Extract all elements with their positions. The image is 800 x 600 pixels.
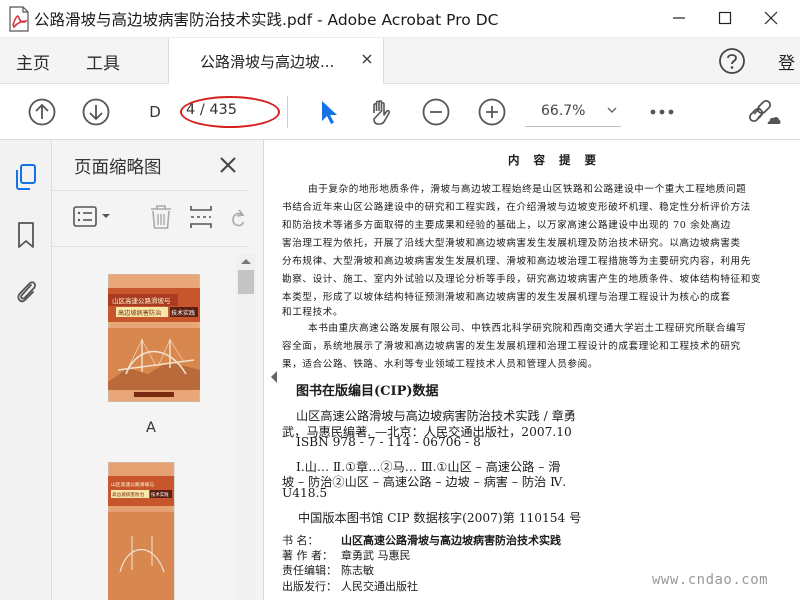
- rotate-page-icon[interactable]: [228, 202, 248, 232]
- page-thumbnail[interactable]: 山区高速公路滑坡与 高边坡病害防治 技术实践: [107, 461, 200, 600]
- zoom-value: 66.7%: [541, 103, 586, 119]
- paragraph-line: 本类型，形成了以坡体结构特征预测滑坡和高边坡病害的发生发展机理与治理工程设计为核…: [282, 292, 731, 303]
- book-info-value: 山区高速公路滑坡与高边坡病害防治技术实践: [341, 534, 561, 547]
- document-tab-label: 公路滑坡与高边坡...: [200, 53, 335, 71]
- close-tab-icon[interactable]: [359, 51, 375, 67]
- cover-title: 山区高速公路滑坡与: [112, 296, 171, 305]
- panel-divider: [52, 246, 248, 247]
- minimize-icon: [673, 17, 685, 19]
- document-heading: 内 容 提 要: [508, 153, 602, 167]
- maximize-button[interactable]: [702, 4, 748, 34]
- panel-divider: [52, 190, 248, 191]
- share-link-icon[interactable]: [748, 96, 782, 128]
- close-panel-icon[interactable]: [218, 155, 238, 175]
- page-number-input[interactable]: D: [137, 98, 173, 126]
- page-thumbnail[interactable]: 山区高速公路滑坡与 高边坡病害防治 技术实践: [107, 273, 201, 403]
- thumbnail-options-icon[interactable]: [72, 202, 116, 232]
- minimize-button[interactable]: [656, 4, 702, 34]
- thumbnail-label: A: [146, 420, 156, 436]
- annotation-highlight-ellipse: [180, 96, 280, 128]
- title-bar: 公路滑坡与高边坡病害防治技术实践.pdf - Adobe Acrobat Pro…: [0, 0, 800, 38]
- thumbnail-tools: [52, 196, 264, 240]
- cover-tag: 技术实践: [171, 309, 195, 317]
- cover-page-image: 山区高速公路滑坡与 高边坡病害防治 技术实践: [107, 273, 201, 403]
- paragraph-line: 和防治技术等诸多方面取得的主要成果和经验的基础上，以万家高速公路建设中出现的 7…: [282, 220, 731, 231]
- page-image: 山区高速公路滑坡与 高边坡病害防治 技术实践: [107, 461, 175, 600]
- close-icon: [764, 11, 778, 25]
- bookmarks-icon[interactable]: [12, 220, 40, 250]
- paragraph-line: 本书由重庆高速公路发展有限公司、中铁西北科学研究院和西南交通大学岩土工程研究所联…: [308, 323, 747, 334]
- next-page-icon[interactable]: [80, 96, 112, 128]
- thumbnail-panel: 页面缩略图 山区高速公路滑坡与 高边坡病害防治 技术实践 A 山区高速公路滑坡与…: [52, 140, 264, 600]
- prev-page-icon[interactable]: [26, 96, 58, 128]
- panel-title: 页面缩略图: [74, 158, 162, 178]
- close-window-button[interactable]: [748, 4, 794, 34]
- zoom-out-icon[interactable]: [420, 96, 452, 128]
- paragraph-line: 勘察、设计、施工、室内外试验以及理论分析等手段，研究高边坡病害产生的地质条件、坡…: [282, 274, 762, 285]
- hand-tool-icon[interactable]: [365, 96, 397, 128]
- paragraph-line: 由于复杂的地形地质条件，滑坡与高边坡工程始终是山区铁路和公路建设中一个重大工程地…: [308, 184, 747, 195]
- left-navigation-rail: [0, 140, 52, 600]
- scrollbar-thumb[interactable]: [238, 270, 254, 294]
- more-icon[interactable]: [646, 96, 678, 128]
- help-icon[interactable]: [717, 46, 747, 76]
- scroll-up-icon[interactable]: [240, 257, 252, 265]
- cip-line: U418.5: [282, 486, 328, 500]
- book-info-value: 陈志敏: [341, 564, 374, 577]
- cover-subtitle: 高边坡病害防治: [118, 309, 161, 317]
- collapse-panel-icon[interactable]: [269, 370, 279, 384]
- cover-subtitle: 高边坡病害防治: [112, 491, 145, 498]
- main-toolbar: D 4 / 435 66.7%: [0, 84, 800, 140]
- thumbnail-scrollbar[interactable]: [236, 254, 256, 600]
- zoom-in-icon[interactable]: [476, 96, 508, 128]
- paragraph-line: 害治理工程为依托，开展了沿线大型滑坡和高边坡病害发生发展机理及防治技术研究。以高…: [282, 238, 741, 249]
- paragraph-line: 果，适合公路、铁路、水利等专业领域工程技术人员和管理人员参阅。: [282, 359, 599, 370]
- window-title: 公路滑坡与高边坡病害防治技术实践.pdf - Adobe Acrobat Pro…: [34, 11, 499, 29]
- cip-heading: 图书在版编目(CIP)数据: [296, 384, 439, 399]
- delete-page-icon[interactable]: [148, 202, 174, 232]
- book-info-key: 出版发行：: [282, 580, 337, 593]
- cover-title: 山区高速公路滑坡与: [111, 481, 154, 488]
- paragraph-line: 容全面，系统地展示了滑坡和高边坡病害的发生发展机理和治理工程设计的成套理论和工程…: [282, 341, 741, 352]
- tab-document[interactable]: 公路滑坡与高边坡...: [168, 38, 384, 84]
- paragraph-line: 书结合近年来山区公路建设中的研究和工程实践，在介绍滑坡与边坡变形破坏机理、稳定性…: [282, 202, 751, 213]
- sign-in-link[interactable]: 登: [778, 49, 795, 74]
- tab-tools[interactable]: 工具: [86, 49, 120, 74]
- book-info-value: 章勇武 马惠民: [341, 549, 411, 562]
- zoom-underline: [525, 126, 621, 127]
- paragraph-line: 分布规律、大型滑坡和高边坡病害发生发展机理、滑坡和高边坡治理工程措施等为主要研究…: [282, 256, 751, 267]
- site-watermark: www.cndao.com: [652, 572, 769, 588]
- chevron-down-icon: [607, 107, 617, 113]
- select-cursor-icon[interactable]: [312, 96, 344, 128]
- cover-tag: 技术实践: [151, 491, 169, 498]
- cip-line: ISBN 978 - 7 - 114 - 06706 - 8: [296, 435, 481, 449]
- book-info-key: 书 名：: [282, 534, 319, 547]
- page-thumbnails-icon[interactable]: [12, 162, 40, 192]
- cip-number: 中国版本图书馆 CIP 数据核字(2007)第 110154 号: [298, 511, 582, 525]
- nav-bar: 主页 工具 公路滑坡与高边坡... 登: [0, 38, 800, 84]
- insert-page-icon[interactable]: [188, 202, 214, 232]
- tab-home[interactable]: 主页: [16, 49, 50, 74]
- toolbar-separator: [287, 96, 288, 128]
- book-info-key: 著 作 者：: [282, 549, 333, 562]
- maximize-icon: [718, 11, 732, 25]
- book-info-value: 人民交通出版社: [341, 580, 418, 593]
- paragraph-line: 和工程技术。: [282, 307, 344, 318]
- acrobat-app-icon: [9, 6, 29, 32]
- attachments-icon[interactable]: [12, 276, 40, 306]
- zoom-dropdown[interactable]: 66.7%: [525, 97, 621, 127]
- book-info-key: 责任编辑：: [282, 564, 337, 577]
